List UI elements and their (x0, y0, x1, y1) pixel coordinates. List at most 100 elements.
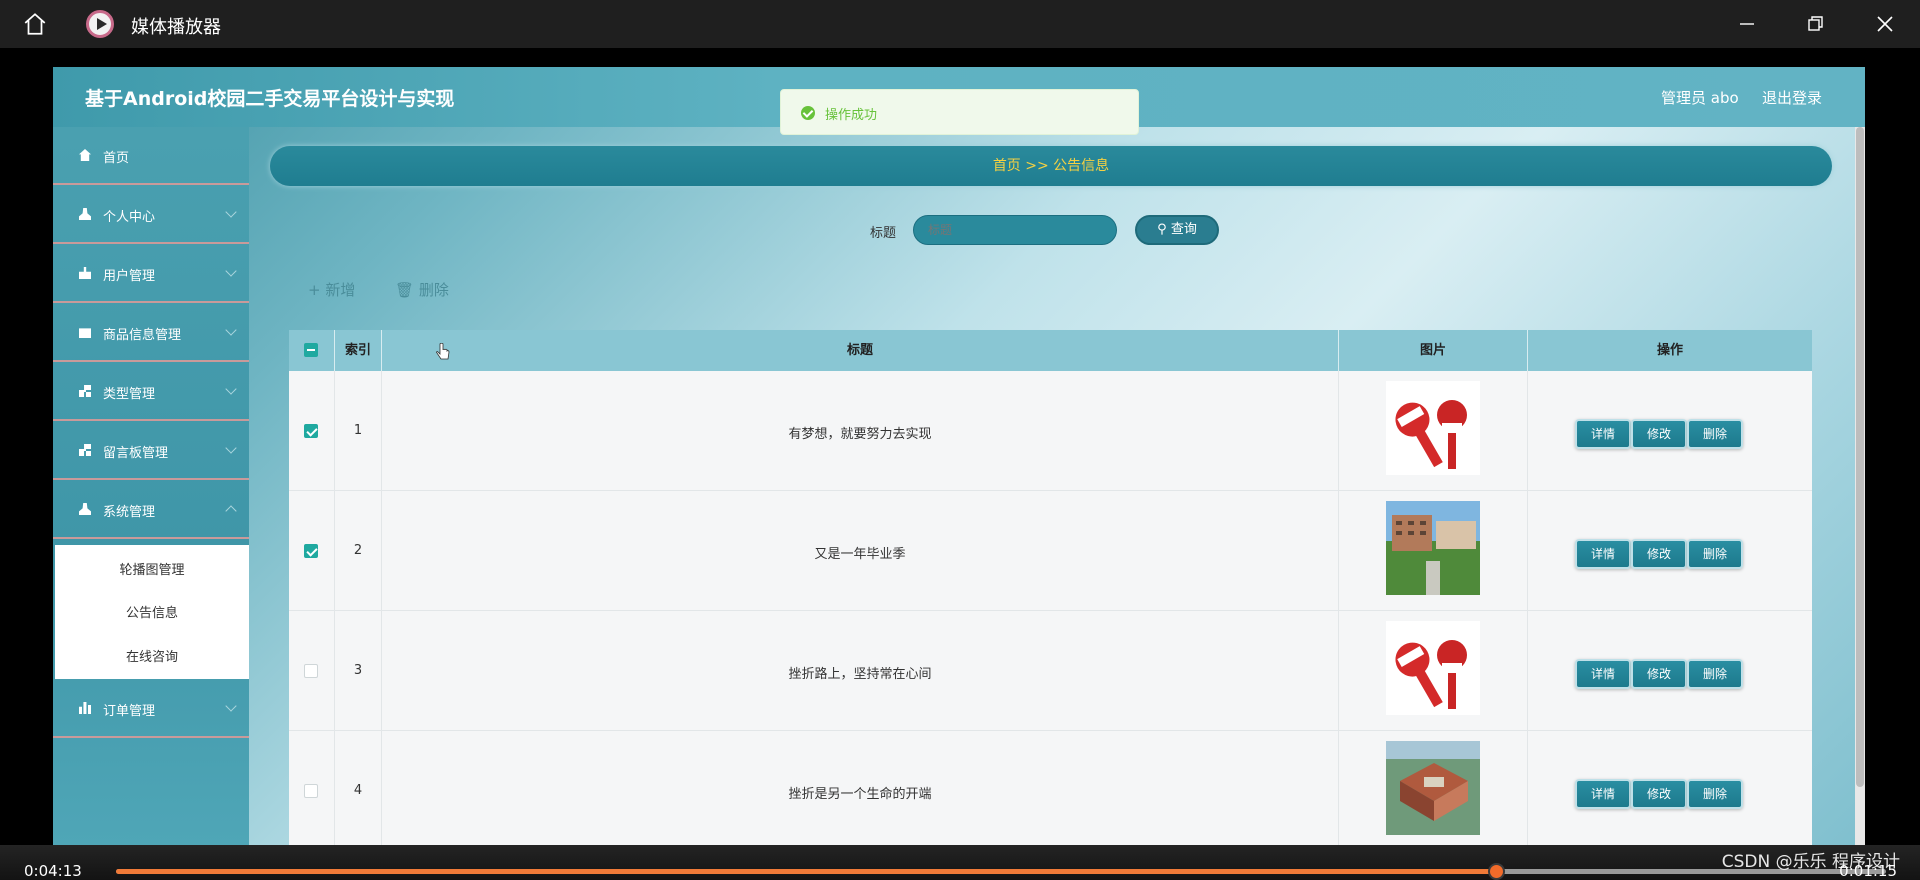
chevron-down-icon (225, 700, 237, 712)
table-row: 1 有梦想，就要努力去实现 详情 修改 删除 (289, 371, 1812, 491)
sidebar-item-message-board[interactable]: 留言板管理 (53, 422, 249, 480)
search-title-input[interactable] (913, 215, 1117, 245)
chevron-down-icon (225, 383, 237, 395)
logout-link[interactable]: 退出登录 (1762, 87, 1822, 108)
bar-chart-icon (79, 702, 91, 714)
row-checkbox[interactable] (304, 784, 318, 798)
grid-icon (79, 385, 91, 397)
row-title: 有梦想，就要努力去实现 (788, 427, 932, 442)
table-row: 4 挫折是另一个生命的开端 详情 修改 删除 (289, 731, 1812, 845)
title-cell: 又是一年毕业季 (382, 491, 1339, 611)
row-delete-button[interactable]: 删除 (1687, 539, 1743, 569)
col-header-index: 索引 (335, 330, 382, 371)
user-icon (79, 208, 91, 220)
detail-button[interactable]: 详情 (1575, 659, 1631, 689)
row-checkbox[interactable] (304, 664, 318, 678)
row-index: 4 (353, 783, 363, 798)
minimize-icon[interactable] (1735, 12, 1759, 36)
edit-button[interactable]: 修改 (1631, 779, 1687, 809)
chevron-down-icon (225, 442, 237, 454)
row-index: 1 (353, 423, 363, 438)
remaining-time: 0:01:15 (1839, 862, 1897, 880)
row-index: 2 (353, 543, 363, 558)
sidebar-item-personal-center[interactable]: 个人中心 (53, 186, 249, 244)
detail-button[interactable]: 详情 (1575, 779, 1631, 809)
col-header-image: 图片 (1339, 330, 1528, 371)
announcement-table: 索引 标题 图片 操作 1 有梦想，就要努力去实现 详情 修改 删除 2 又是一… (289, 330, 1812, 845)
table-row: 2 又是一年毕业季 详情 修改 删除 (289, 491, 1812, 611)
title-cell: 有梦想，就要努力去实现 (382, 371, 1339, 491)
success-check-icon (801, 106, 815, 120)
sidebar-item-label: 系统管理 (103, 505, 156, 520)
detail-button[interactable]: 详情 (1575, 419, 1631, 449)
user-icon (79, 503, 91, 515)
actions-cell: 详情 修改 删除 (1528, 491, 1812, 611)
row-title: 挫折是另一个生命的开端 (788, 787, 932, 802)
sidebar-item-product-management[interactable]: 商品信息管理 (53, 304, 249, 362)
seek-bar[interactable] (116, 863, 1886, 880)
actions-cell: 详情 修改 删除 (1528, 731, 1812, 845)
delete-button[interactable]: 🗑 删除 (395, 279, 449, 300)
sidebar-item-label: 首页 (103, 151, 130, 166)
add-button[interactable]: + 新增 (308, 279, 355, 300)
table-row: 3 挫折路上，坚持常在心间 详情 修改 删除 (289, 611, 1812, 731)
success-toast: 操作成功 (780, 89, 1139, 135)
row-checkbox[interactable] (304, 544, 318, 558)
submenu-item-carousel[interactable]: 轮播图管理 (55, 559, 249, 578)
seek-bar-handle[interactable] (1487, 863, 1505, 880)
row-delete-button[interactable]: 删除 (1687, 659, 1743, 689)
row-index: 3 (353, 663, 363, 678)
media-player-logo-icon (86, 10, 114, 38)
box-icon (79, 328, 91, 338)
select-all-checkbox[interactable] (304, 343, 318, 357)
sidebar-item-label: 商品信息管理 (103, 328, 182, 343)
sidebar-item-label: 订单管理 (103, 704, 156, 719)
image-cell (1339, 371, 1528, 491)
index-cell: 1 (335, 371, 382, 491)
sidebar-item-label: 用户管理 (103, 269, 156, 284)
checkbox-cell (289, 611, 335, 731)
edit-button[interactable]: 修改 (1631, 539, 1687, 569)
table-header: 索引 标题 图片 操作 (289, 330, 1812, 371)
edit-button[interactable]: 修改 (1631, 659, 1687, 689)
row-delete-button[interactable]: 删除 (1687, 419, 1743, 449)
elapsed-time: 0:04:13 (24, 862, 82, 880)
home-icon[interactable] (22, 11, 48, 37)
page-scrollbar[interactable] (1855, 127, 1865, 845)
chevron-down-icon (225, 206, 237, 218)
row-checkbox[interactable] (304, 424, 318, 438)
image-cell (1339, 611, 1528, 731)
restore-icon[interactable] (1803, 12, 1827, 36)
checkbox-cell (289, 491, 335, 611)
actions-cell: 详情 修改 删除 (1528, 611, 1812, 731)
sidebar-item-system-management[interactable]: 系统管理 (53, 481, 249, 539)
sidebar-item-order-management[interactable]: 订单管理 (53, 680, 249, 738)
sidebar-item-type-management[interactable]: 类型管理 (53, 363, 249, 421)
delete-button-label: 删除 (418, 281, 449, 299)
edit-button[interactable]: 修改 (1631, 419, 1687, 449)
news-microphone-image (1386, 621, 1480, 715)
hand-cursor-icon (436, 343, 450, 360)
scrollbar-thumb[interactable] (1856, 127, 1864, 787)
current-user-label: 管理员 abo (1661, 89, 1739, 107)
close-icon[interactable] (1873, 12, 1897, 36)
image-cell (1339, 731, 1528, 845)
breadcrumb: 首页 >> 公告信息 (270, 146, 1832, 186)
title-cell: 挫折是另一个生命的开端 (382, 731, 1339, 845)
submenu-item-online-consult[interactable]: 在线咨询 (55, 646, 249, 665)
image-cell (1339, 491, 1528, 611)
sidebar: 首页 个人中心 用户管理 商品信息管理 类型管理 留言板管理 系统管理 订单管理 (53, 127, 249, 845)
row-delete-button[interactable]: 删除 (1687, 779, 1743, 809)
index-cell: 3 (335, 611, 382, 731)
news-microphone-image (1386, 381, 1480, 475)
chevron-up-icon (225, 505, 237, 517)
sidebar-item-label: 留言板管理 (103, 446, 169, 461)
submenu-item-announcements[interactable]: 公告信息 (55, 602, 249, 621)
sidebar-item-home[interactable]: 首页 (53, 127, 249, 185)
chevron-down-icon (225, 265, 237, 277)
search-button[interactable]: ⚲ 查询 (1135, 215, 1219, 245)
detail-button[interactable]: 详情 (1575, 539, 1631, 569)
sidebar-item-label: 个人中心 (103, 210, 156, 225)
index-cell: 4 (335, 731, 382, 845)
sidebar-item-user-management[interactable]: 用户管理 (53, 245, 249, 303)
